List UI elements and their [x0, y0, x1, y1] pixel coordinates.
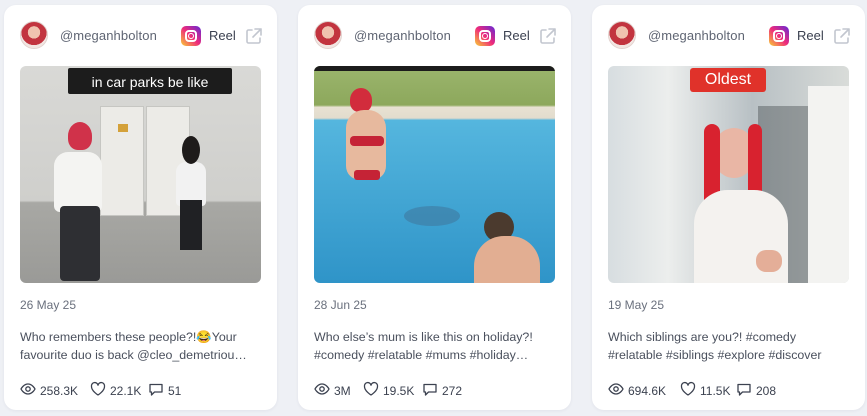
eye-icon [20, 383, 36, 395]
post-card[interactable]: @meganhbolton Reel in car parks be like … [4, 5, 277, 410]
post-stats: 3M 19.5K 272 [314, 381, 555, 399]
post-stats: 258.3K 22.1K 51 [20, 381, 261, 399]
comment-icon [737, 383, 751, 396]
post-type-label: Reel [209, 28, 236, 43]
instagram-icon [769, 26, 789, 46]
post-date: 28 Jun 25 [314, 298, 367, 312]
instagram-icon [475, 26, 495, 46]
post-caption: Which siblings are you?! #comedy #relata… [608, 328, 852, 364]
avatar[interactable] [608, 21, 636, 49]
likes-count: 19.5K [383, 384, 415, 398]
post-caption: Who remembers these people?!😂Your favour… [20, 328, 264, 364]
post-caption: Who else’s mum is like this on holiday?!… [314, 328, 558, 364]
heart-icon [90, 381, 106, 396]
instagram-icon [181, 26, 201, 46]
account-handle[interactable]: @meganhbolton [60, 28, 157, 43]
heart-icon [680, 381, 696, 396]
views-count: 258.3K [40, 384, 79, 398]
post-thumbnail[interactable]: in car parks be like [20, 66, 261, 283]
post-date: 26 May 25 [20, 298, 77, 312]
account-handle[interactable]: @meganhbolton [354, 28, 451, 43]
post-stats: 694.6K 11.5K 208 [608, 381, 849, 399]
avatar[interactable] [20, 21, 48, 49]
external-link-icon[interactable] [538, 26, 558, 46]
caption-line: Who else’s mum is like this on holiday?! [314, 330, 533, 344]
comment-icon [423, 383, 437, 396]
comment-icon [149, 383, 163, 396]
caption-line: #comedy #relatable #mums #holiday… [314, 348, 529, 362]
heart-icon [363, 381, 379, 396]
post-thumbnail[interactable] [314, 66, 555, 283]
views-count: 3M [334, 384, 351, 398]
comments-count: 51 [168, 384, 182, 398]
eye-icon [314, 383, 330, 395]
post-date: 19 May 25 [608, 298, 665, 312]
caption-line: favourite duo is back @cleo_demetriou… [20, 348, 247, 362]
external-link-icon[interactable] [244, 26, 264, 46]
post-type-label: Reel [797, 28, 824, 43]
avatar[interactable] [314, 21, 342, 49]
card-header: @meganhbolton Reel [20, 21, 264, 51]
caption-line: #relatable #siblings #explore #discover [608, 348, 822, 362]
comments-count: 272 [442, 384, 463, 398]
caption-line: Which siblings are you?! #comedy [608, 330, 797, 344]
caption-line: Who remembers these people?!😂Your [20, 330, 237, 344]
external-link-icon[interactable] [832, 26, 852, 46]
account-handle[interactable]: @meganhbolton [648, 28, 745, 43]
likes-count: 22.1K [110, 384, 142, 398]
comments-count: 208 [756, 384, 777, 398]
card-header: @meganhbolton Reel [608, 21, 852, 51]
likes-count: 11.5K [700, 384, 731, 398]
post-card[interactable]: @meganhbolton Reel Oldest 19 May 25 Whic… [592, 5, 865, 410]
post-thumbnail[interactable]: Oldest [608, 66, 849, 283]
card-header: @meganhbolton Reel [314, 21, 558, 51]
video-overlay-text: in car parks be like [68, 68, 232, 94]
views-count: 694.6K [628, 384, 667, 398]
post-card[interactable]: @meganhbolton Reel 28 Jun 25 Who else’s … [298, 5, 571, 410]
eye-icon [608, 383, 624, 395]
post-type-label: Reel [503, 28, 530, 43]
video-overlay-text: Oldest [690, 68, 766, 92]
